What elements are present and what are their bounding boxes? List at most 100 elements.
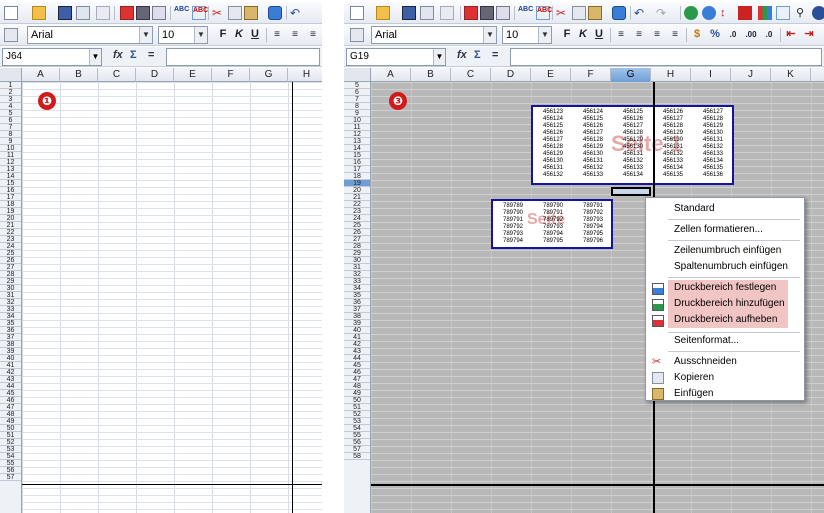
align-left-icon[interactable]: ≡ — [270, 27, 284, 42]
row-header[interactable]: 15 — [344, 152, 370, 159]
data-cell[interactable]: 789794 — [493, 238, 533, 245]
data-cell[interactable]: 456131 — [533, 165, 573, 172]
row-header[interactable]: 7 — [344, 96, 370, 103]
font-size-combo[interactable]: 10 ▼ — [502, 26, 552, 44]
row-header[interactable]: 12 — [344, 131, 370, 138]
data-cell[interactable]: 456136 — [693, 172, 733, 179]
row-header[interactable]: 37 — [0, 334, 21, 341]
row-header[interactable]: 19 — [0, 208, 21, 215]
data-cell[interactable]: 456129 — [653, 130, 693, 137]
menu-item-column-break[interactable]: Spaltenumbruch einfügen — [646, 259, 804, 275]
data-cell[interactable]: 789789 — [493, 203, 533, 210]
delete-decimal-icon[interactable]: .0 — [762, 27, 776, 42]
column-header-a[interactable]: A — [371, 68, 411, 82]
row-header[interactable]: 44 — [344, 355, 370, 362]
row-header[interactable]: 9 — [344, 110, 370, 117]
data-cell[interactable]: 456127 — [613, 123, 653, 130]
currency-icon[interactable]: $ — [690, 27, 704, 42]
chevron-down-icon[interactable]: ▼ — [538, 27, 551, 43]
edit-file-icon[interactable] — [440, 6, 454, 20]
row-header[interactable]: 33 — [0, 306, 21, 313]
align-right-icon[interactable]: ≡ — [650, 27, 664, 42]
column-header-a[interactable]: A — [22, 68, 60, 82]
row-header[interactable]: 38 — [344, 313, 370, 320]
cut-icon[interactable]: ✂ — [556, 6, 570, 20]
name-box[interactable]: G19 ▼ — [346, 48, 446, 66]
row-header[interactable]: 16 — [0, 187, 21, 194]
row-header[interactable]: 8 — [0, 131, 21, 138]
sort-icon[interactable]: ↕ — [720, 6, 734, 20]
chevron-down-icon[interactable]: ▼ — [483, 27, 496, 43]
undo-icon[interactable]: ↶ — [290, 6, 304, 20]
menu-item-row-break[interactable]: Zeilenumbruch einfügen — [646, 243, 804, 259]
draw-functions-icon[interactable] — [776, 6, 790, 20]
gallery-icon[interactable] — [812, 6, 824, 20]
email-icon[interactable] — [420, 6, 434, 20]
data-cell[interactable]: 456133 — [653, 158, 693, 165]
chevron-down-icon[interactable]: ▼ — [194, 27, 207, 43]
number-format-icon[interactable]: .0 — [726, 27, 740, 42]
row-header[interactable]: 2 — [0, 89, 21, 96]
data-cell[interactable]: 456133 — [693, 151, 733, 158]
row-header[interactable]: 30 — [344, 257, 370, 264]
select-all-corner[interactable] — [0, 68, 22, 82]
row-header[interactable]: 30 — [0, 285, 21, 292]
column-header-h[interactable]: H — [288, 68, 322, 82]
row-header[interactable]: 20 — [344, 187, 370, 194]
format-paintbrush-icon[interactable] — [268, 6, 282, 20]
format-paintbrush-icon[interactable] — [612, 6, 626, 20]
column-header-c[interactable]: C — [451, 68, 491, 82]
selected-cell-g19[interactable] — [611, 187, 651, 196]
data-cell[interactable]: 456124 — [533, 116, 573, 123]
row-header[interactable]: 28 — [0, 271, 21, 278]
email-icon[interactable] — [76, 6, 90, 20]
row-header[interactable]: 19 — [344, 180, 370, 187]
row-header[interactable]: 48 — [344, 383, 370, 390]
underline-button[interactable]: U — [248, 27, 262, 42]
menu-item-standard[interactable]: Standard — [646, 201, 804, 217]
data-cell[interactable]: 456130 — [693, 130, 733, 137]
bold-button[interactable]: F — [216, 27, 230, 42]
row-header[interactable]: 13 — [0, 166, 21, 173]
row-header[interactable]: 29 — [0, 278, 21, 285]
row-header[interactable]: 26 — [0, 257, 21, 264]
export-pdf-icon[interactable] — [120, 6, 134, 20]
row-header[interactable]: 17 — [0, 194, 21, 201]
row-header[interactable]: 6 — [0, 117, 21, 124]
data-cell[interactable]: 456128 — [613, 130, 653, 137]
row-header[interactable]: 13 — [344, 138, 370, 145]
row-header[interactable]: 11 — [344, 124, 370, 131]
paste-icon[interactable] — [588, 6, 602, 20]
menu-item-add-print-range[interactable]: Druckbereich hinzufügen — [668, 296, 788, 312]
row-header[interactable]: 26 — [344, 229, 370, 236]
row-header[interactable]: 55 — [0, 460, 21, 467]
row-header[interactable]: 36 — [0, 327, 21, 334]
menu-item-page-format[interactable]: Seitenformat... — [646, 333, 804, 349]
row-header[interactable]: 11 — [0, 152, 21, 159]
data-cell[interactable]: 456133 — [573, 172, 613, 179]
find-icon[interactable]: ⚲ — [796, 6, 810, 20]
data-cell[interactable]: 456131 — [653, 144, 693, 151]
row-header[interactable]: 4 — [0, 103, 21, 110]
row-header[interactable]: 24 — [344, 215, 370, 222]
print-icon[interactable] — [480, 6, 494, 20]
data-cell[interactable]: 456131 — [573, 158, 613, 165]
column-header-d[interactable]: D — [136, 68, 174, 82]
data-cell[interactable]: 456128 — [533, 144, 573, 151]
row-header[interactable]: 10 — [344, 117, 370, 124]
column-header-e[interactable]: E — [531, 68, 571, 82]
row-header[interactable]: 34 — [344, 285, 370, 292]
row-header[interactable]: 14 — [0, 173, 21, 180]
font-name-combo[interactable]: Arial ▼ — [371, 26, 497, 44]
function-wizard-icon[interactable]: fx — [113, 49, 123, 61]
data-cell[interactable]: 456128 — [653, 123, 693, 130]
row-header[interactable]: 49 — [0, 418, 21, 425]
row-header[interactable]: 7 — [0, 124, 21, 131]
row-header[interactable]: 5 — [344, 82, 370, 89]
data-cell[interactable]: 456123 — [533, 109, 573, 116]
data-cell[interactable]: 456131 — [613, 151, 653, 158]
data-cell[interactable]: 789793 — [493, 231, 533, 238]
row-header[interactable]: 34 — [0, 313, 21, 320]
row-header[interactable]: 36 — [344, 299, 370, 306]
row-header[interactable]: 21 — [0, 222, 21, 229]
